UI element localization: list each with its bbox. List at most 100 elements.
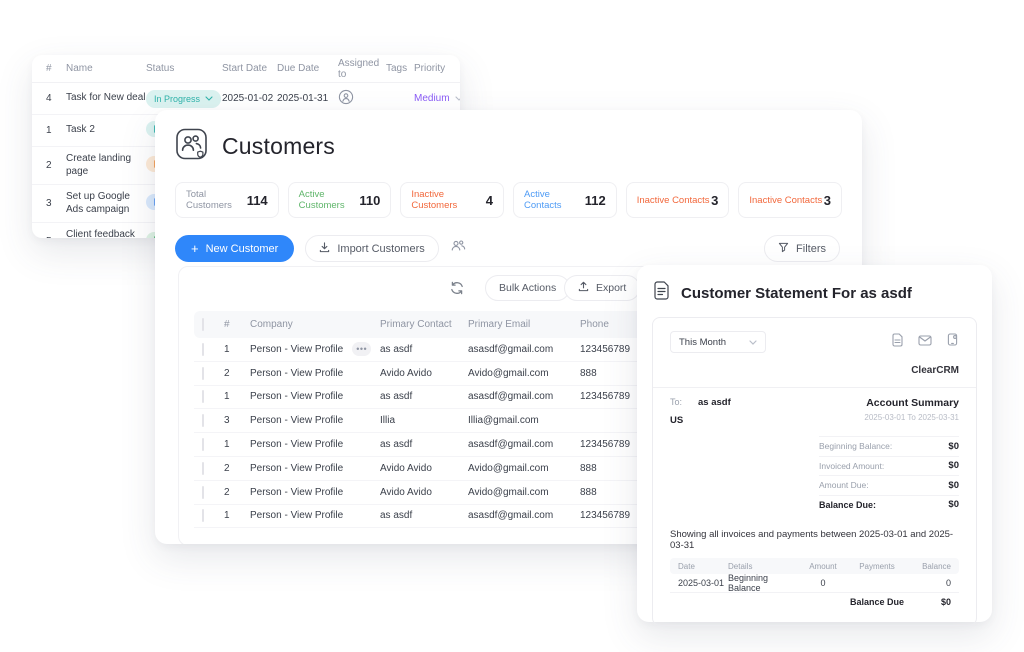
statement-table: Date Details Amount Payments Balance 202… bbox=[670, 558, 959, 611]
statement-row: 2025-03-01Beginning Balance00 bbox=[670, 574, 959, 593]
task-name: Task for New deal bbox=[66, 92, 146, 105]
summary-label: Balance Due: bbox=[819, 500, 876, 510]
chevron-down-icon bbox=[205, 96, 213, 101]
customer-num: 1 bbox=[224, 510, 250, 521]
tasks-table-header: # Name Status Start Date Due Date Assign… bbox=[32, 55, 460, 83]
customer-company-link[interactable]: Person - View Profile bbox=[250, 463, 343, 474]
people-group-icon bbox=[450, 239, 466, 258]
customers-icon bbox=[175, 127, 209, 166]
row-checkbox[interactable] bbox=[202, 414, 204, 427]
row-checkbox[interactable] bbox=[202, 390, 204, 403]
customer-email: Avido@gmail.com bbox=[468, 368, 580, 379]
pdf-file-icon[interactable] bbox=[891, 333, 904, 352]
customer-company-link[interactable]: Person - View Profile bbox=[250, 439, 343, 450]
stat-card: Inactive Contacts3 bbox=[738, 182, 842, 218]
customer-email: asasdf@gmail.com bbox=[468, 344, 580, 355]
stat-card: Active Contacts112 bbox=[513, 182, 617, 218]
summary-row: Amount Due:$0 bbox=[819, 475, 959, 495]
summary-label: Invoiced Amount: bbox=[819, 461, 884, 471]
statement-doc-icon bbox=[653, 281, 670, 305]
export-button[interactable]: Export bbox=[564, 275, 640, 301]
customer-num: 2 bbox=[224, 487, 250, 498]
customer-contact: Avido Avido bbox=[380, 368, 468, 379]
status-label: In Progress bbox=[154, 94, 200, 104]
account-period: 2025-03-01 To 2025-03-31 bbox=[864, 413, 959, 422]
new-customer-label: New Customer bbox=[206, 243, 279, 255]
summary-label: Beginning Balance: bbox=[819, 441, 892, 451]
customer-company-link[interactable]: Person - View Profile bbox=[250, 344, 343, 355]
col-contact: Primary Contact bbox=[380, 319, 468, 330]
task-name: Set up Google Ads campaign bbox=[66, 191, 146, 216]
to-country: US bbox=[670, 415, 731, 426]
statement-title: Customer Statement For as asdf bbox=[681, 285, 912, 302]
st-details: Beginning Balance bbox=[728, 573, 802, 593]
stats-row: Total Customers114 Active Customers110 Ina… bbox=[155, 174, 862, 218]
customer-company-link[interactable]: Person - View Profile bbox=[250, 415, 343, 426]
customer-company-link[interactable]: Person - View Profile bbox=[250, 391, 343, 402]
tasks-col-status: Status bbox=[146, 63, 222, 74]
customer-num: 3 bbox=[224, 415, 250, 426]
task-due-date: 2025-01-31 bbox=[277, 93, 338, 104]
row-menu-button[interactable]: ••• bbox=[352, 342, 371, 356]
select-all-checkbox[interactable] bbox=[202, 318, 204, 331]
account-summary-list: Beginning Balance:$0Invoiced Amount:$0Am… bbox=[819, 436, 959, 514]
customer-num: 1 bbox=[224, 344, 250, 355]
import-customers-button[interactable]: Import Customers bbox=[305, 235, 438, 262]
customer-company-link[interactable]: Person - View Profile bbox=[250, 510, 343, 521]
tasks-col-tags: Tags bbox=[386, 63, 414, 74]
row-checkbox[interactable] bbox=[202, 367, 204, 380]
stat-value: 110 bbox=[359, 193, 380, 208]
summary-value: $0 bbox=[948, 499, 959, 510]
stat-card: Inactive Contacts3 bbox=[626, 182, 730, 218]
tasks-col-start: Start Date bbox=[222, 63, 277, 74]
summary-value: $0 bbox=[948, 480, 959, 491]
tasks-col-priority: Priority bbox=[414, 63, 460, 74]
st-date: 2025-03-01 bbox=[670, 578, 728, 588]
bulk-actions-button[interactable]: Bulk Actions bbox=[485, 275, 570, 301]
period-select-value: This Month bbox=[679, 337, 726, 348]
customer-contact: Illia bbox=[380, 415, 468, 426]
stat-label: Inactive Customers bbox=[411, 189, 485, 211]
stat-card: Total Customers114 bbox=[175, 182, 279, 218]
customer-contact: Avido Avido bbox=[380, 463, 468, 474]
filters-button[interactable]: Filters bbox=[764, 235, 840, 262]
stat-value: 112 bbox=[585, 193, 606, 208]
assignee-avatar-icon[interactable] bbox=[338, 89, 354, 105]
col-email: Primary Email bbox=[468, 319, 580, 330]
task-num: 4 bbox=[46, 93, 66, 104]
stat-label: Inactive Contacts bbox=[749, 195, 822, 206]
row-checkbox[interactable] bbox=[202, 438, 204, 451]
statement-table-footer: Balance Due $0 bbox=[670, 593, 959, 611]
row-checkbox[interactable] bbox=[202, 509, 204, 522]
st-balance: 0 bbox=[910, 578, 959, 588]
customer-company-link[interactable]: Person - View Profile bbox=[250, 487, 343, 498]
stat-label: Active Customers bbox=[299, 189, 360, 211]
customer-num: 2 bbox=[224, 368, 250, 379]
customer-contact: as asdf bbox=[380, 510, 468, 521]
email-icon[interactable] bbox=[918, 333, 932, 351]
col-num: # bbox=[224, 319, 250, 330]
customer-email: asasdf@gmail.com bbox=[468, 510, 580, 521]
col-company: Company bbox=[250, 319, 380, 330]
refresh-button[interactable] bbox=[449, 280, 465, 301]
row-checkbox[interactable] bbox=[202, 343, 204, 356]
showing-text: Showing all invoices and payments betwee… bbox=[670, 529, 959, 551]
task-num: 1 bbox=[46, 125, 66, 136]
customer-company-link[interactable]: Person - View Profile bbox=[250, 368, 343, 379]
task-num: 2 bbox=[46, 160, 66, 171]
new-customer-button[interactable]: + New Customer bbox=[175, 235, 294, 262]
phone-icon[interactable] bbox=[946, 333, 959, 351]
upload-icon bbox=[578, 281, 589, 295]
status-badge[interactable]: In Progress bbox=[146, 90, 221, 108]
row-checkbox[interactable] bbox=[202, 486, 204, 499]
customer-num: 2 bbox=[224, 463, 250, 474]
tasks-col-num: # bbox=[46, 63, 66, 74]
row-checkbox[interactable] bbox=[202, 462, 204, 475]
merge-contacts-button[interactable] bbox=[450, 239, 466, 258]
period-select[interactable]: This Month bbox=[670, 331, 766, 353]
tasks-col-due: Due Date bbox=[277, 63, 338, 74]
statement-card: This Month bbox=[652, 317, 977, 626]
filter-funnel-icon bbox=[778, 242, 789, 256]
to-label: To: bbox=[670, 397, 682, 408]
priority-dropdown[interactable]: Medium bbox=[414, 93, 460, 104]
